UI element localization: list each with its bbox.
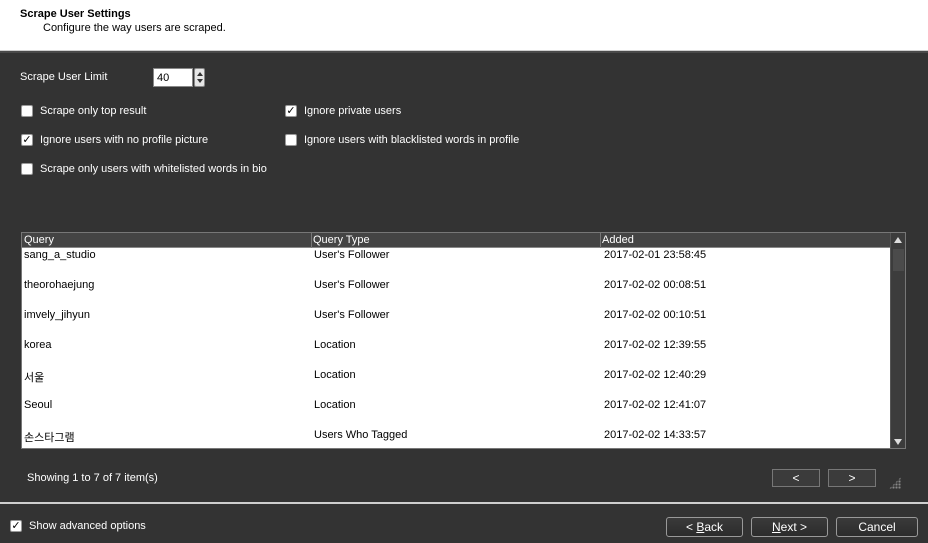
option-label: Scrape only top result xyxy=(40,105,147,117)
column-header-added[interactable]: Added xyxy=(602,234,634,246)
column-header-query-type[interactable]: Query Type xyxy=(313,234,370,246)
page-subtitle: Configure the way users are scraped. xyxy=(43,22,226,34)
grid-header: Query Query Type Added xyxy=(22,233,891,248)
cell-query: korea xyxy=(24,339,52,351)
cancel-button[interactable]: Cancel xyxy=(836,517,918,537)
cell-added: 2017-02-02 14:33:57 xyxy=(604,429,707,441)
back-button-prefix: < xyxy=(685,520,697,534)
spinner-down-icon[interactable] xyxy=(197,79,203,83)
table-row[interactable]: 손스타그램 Users Who Tagged 2017-02-02 14:33:… xyxy=(22,429,891,448)
back-button[interactable]: < Back xyxy=(666,517,743,537)
checkbox[interactable] xyxy=(21,163,33,175)
cell-query: 손스타그램 xyxy=(24,432,75,444)
back-button-rest: ack xyxy=(704,520,724,534)
resize-grip-icon[interactable] xyxy=(889,477,901,489)
option-ignore-blacklisted-words[interactable]: Ignore users with blacklisted words in p… xyxy=(285,134,519,146)
cell-query-type: User's Follower xyxy=(314,249,390,261)
checkbox[interactable]: ✓ xyxy=(10,520,22,532)
option-scrape-only-top-result[interactable]: Scrape only top result xyxy=(21,105,146,117)
next-button-rest: ext > xyxy=(780,520,808,534)
column-header-query[interactable]: Query xyxy=(24,234,54,246)
option-ignore-private-users[interactable]: ✓ Ignore private users xyxy=(285,105,401,117)
cell-query-type: Location xyxy=(314,339,356,351)
cell-added: 2017-02-02 12:41:07 xyxy=(604,399,707,411)
next-button-accesskey: N xyxy=(771,520,781,534)
wizard-header: Scrape User Settings Configure the way u… xyxy=(0,0,928,51)
checkbox[interactable] xyxy=(21,105,33,117)
show-advanced-options[interactable]: ✓ Show advanced options xyxy=(10,520,146,532)
cell-query-type: Location xyxy=(314,369,356,381)
checkbox[interactable]: ✓ xyxy=(285,105,297,117)
cell-query: 서울 xyxy=(24,372,45,384)
scrape-user-limit-label: Scrape User Limit xyxy=(20,71,108,83)
scroll-up-icon[interactable] xyxy=(894,237,902,243)
spinner-up-icon[interactable] xyxy=(197,72,203,76)
cell-query-type: User's Follower xyxy=(314,309,390,321)
next-button[interactable]: Next > xyxy=(751,517,828,537)
cell-query: theorohaejung xyxy=(24,279,95,291)
table-row[interactable]: imvely_jihyun User's Follower 2017-02-02… xyxy=(22,309,891,339)
option-whitelisted-words-bio[interactable]: Scrape only users with whitelisted words… xyxy=(21,163,267,175)
table-row[interactable]: theorohaejung User's Follower 2017-02-02… xyxy=(22,279,891,309)
scrollbar-thumb[interactable] xyxy=(893,249,904,271)
checkbox[interactable] xyxy=(285,134,297,146)
cell-query-type: User's Follower xyxy=(314,279,390,291)
page-title: Scrape User Settings xyxy=(20,8,131,20)
previous-page-button[interactable]: < xyxy=(772,469,820,487)
column-divider[interactable] xyxy=(311,233,312,248)
checkbox[interactable]: ✓ xyxy=(21,134,33,146)
paging-status: Showing 1 to 7 of 7 item(s) xyxy=(27,472,158,484)
scrape-user-limit-spinner[interactable] xyxy=(194,68,205,87)
header-divider xyxy=(0,51,928,53)
next-page-button[interactable]: > xyxy=(828,469,876,487)
option-label: Scrape only users with whitelisted words… xyxy=(40,163,267,175)
cell-query-type: Users Who Tagged xyxy=(314,429,408,441)
cell-query-type: Location xyxy=(314,399,356,411)
table-row[interactable]: korea Location 2017-02-02 12:39:55 xyxy=(22,339,891,369)
option-label: Ignore users with no profile picture xyxy=(40,134,209,146)
cell-query: Seoul xyxy=(24,399,53,411)
grid-body: sang_a_studio User's Follower 2017-02-01… xyxy=(22,248,891,448)
query-grid[interactable]: Query Query Type Added sang_a_studio Use… xyxy=(21,232,906,449)
cell-added: 2017-02-02 12:39:55 xyxy=(604,339,707,351)
table-row[interactable]: Seoul Location 2017-02-02 12:41:07 xyxy=(22,399,891,429)
column-divider[interactable] xyxy=(600,233,601,248)
show-advanced-options-label: Show advanced options xyxy=(29,520,146,532)
cell-query: sang_a_studio xyxy=(24,249,96,261)
grid-vertical-scrollbar[interactable] xyxy=(890,233,905,448)
table-row[interactable]: sang_a_studio User's Follower 2017-02-01… xyxy=(22,249,891,279)
cell-added: 2017-02-02 00:08:51 xyxy=(604,279,707,291)
cell-added: 2017-02-02 12:40:29 xyxy=(604,369,707,381)
scrape-user-limit-input[interactable] xyxy=(153,68,193,87)
table-row[interactable]: 서울 Location 2017-02-02 12:40:29 xyxy=(22,369,891,399)
option-ignore-no-profile-picture[interactable]: ✓ Ignore users with no profile picture xyxy=(21,134,208,146)
cell-query: imvely_jihyun xyxy=(24,309,91,321)
cell-added: 2017-02-02 00:10:51 xyxy=(604,309,707,321)
cell-added: 2017-02-01 23:58:45 xyxy=(604,249,707,261)
option-label: Ignore private users xyxy=(304,105,402,117)
wizard-footer: ✓ Show advanced options < Back Next > Ca… xyxy=(0,504,928,543)
scroll-down-icon[interactable] xyxy=(894,439,902,445)
option-label: Ignore users with blacklisted words in p… xyxy=(304,134,520,146)
